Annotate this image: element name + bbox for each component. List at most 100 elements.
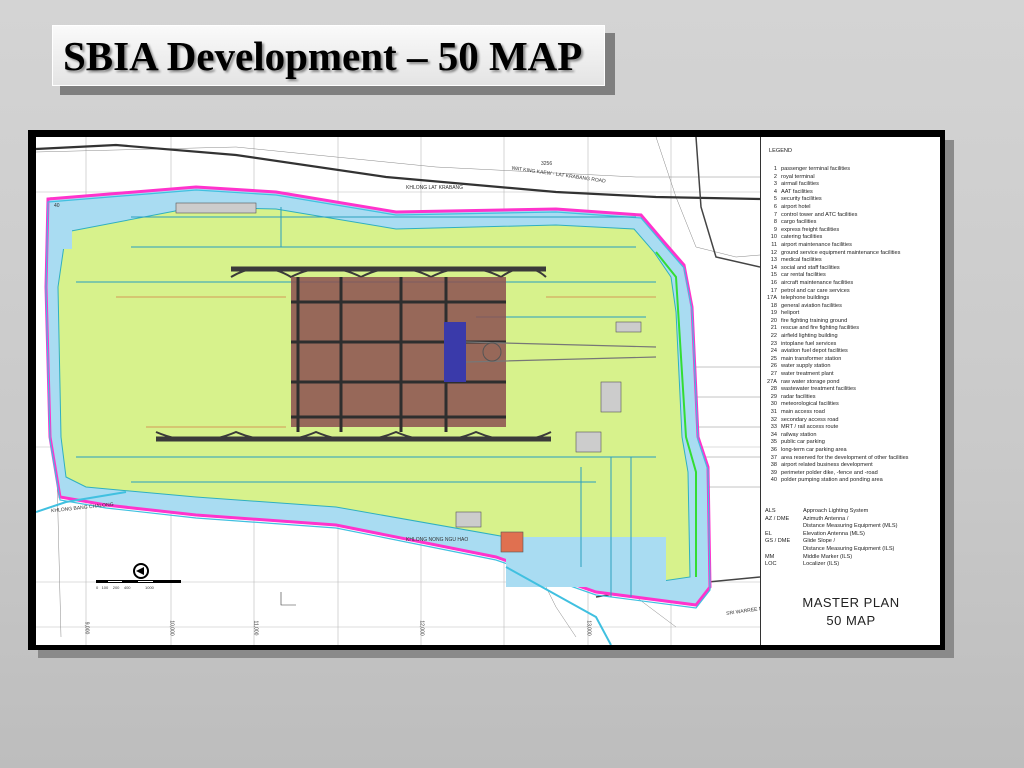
legend-item: 11 airport maintenance facilities [765, 242, 908, 250]
legend-item: 36 long-term car parking area [765, 447, 908, 455]
legend-item: 21 rescue and fire fighting facilities [765, 325, 908, 333]
legend-number: 8 [773, 219, 777, 226]
legend-number: 10 [770, 234, 777, 241]
legend-label: medical facilities [781, 257, 822, 264]
legend-number: 14 [770, 264, 777, 271]
abbreviation-code [765, 546, 803, 554]
legend-item: 12 ground service equipment maintenance f… [765, 250, 908, 258]
scale-label: 200 [112, 585, 120, 590]
abbreviation-code [765, 523, 803, 531]
legend-item: 27 water treatment plant [765, 371, 908, 379]
legend-label: area reserved for the development of oth… [781, 454, 909, 461]
legend-label: airport hotel [781, 203, 811, 210]
legend-number: 20 [770, 317, 777, 324]
legend-label: aviation fuel depot facilities [781, 348, 848, 355]
legend-item: 28 wastewater treatment facilities [765, 386, 908, 394]
legend-number: 7 [773, 211, 777, 218]
label-khlong-lat-krabang: KHLONG LAT KRABANG [406, 185, 464, 191]
legend-item: 16 aircraft maintenance facilities [765, 280, 908, 288]
legend-number: 26 [770, 363, 777, 370]
legend-number: 32 [770, 416, 777, 423]
legend-label: radar facilities [781, 393, 816, 400]
legend-label: royal terminal [781, 173, 815, 180]
legend-label: express freight facilities [781, 226, 840, 233]
master-plan-map: KHLONG LAT KRABANG WAT KING KAEW - LAT K… [36, 137, 940, 645]
legend-item: 14 social and staff facilities [765, 265, 908, 273]
legend-label: MRT / rail access route [781, 424, 839, 431]
title-box: SBIA Development – 50 MAP [52, 25, 605, 86]
legend-label: rescue and fire fighting facilities [781, 325, 860, 332]
legend-number: 9 [773, 226, 777, 233]
legend-title: LEGEND [769, 148, 793, 154]
grid-label: 9,000 [83, 621, 90, 635]
abbreviation-item: GS / DME Glide Slope / [765, 538, 898, 546]
legend-number: 36 [770, 446, 777, 453]
legend-item: 15 car rental facilities [765, 272, 908, 280]
legend-label: intoplane fuel services [781, 340, 837, 347]
legend-label: passenger terminal facilities [781, 166, 851, 172]
scale-labels: 0 100 200 400 1000 [96, 585, 154, 590]
legend-item: 35 public car parking [765, 439, 908, 447]
abbreviation-label: Approach Lighting System [803, 508, 869, 514]
legend-item: 24 aviation fuel depot facilities [765, 348, 908, 356]
legend-number: 31 [770, 409, 777, 415]
legend-number: 39 [770, 469, 777, 476]
legend-number: 30 [770, 401, 777, 408]
legend-item: 9 express freight facilities [765, 227, 908, 235]
legend-item: 34 railway station [765, 432, 908, 440]
legend-label: security facilities [781, 196, 822, 203]
legend-item: 17 petrol and car care services [765, 288, 908, 296]
legend-number: 19 [770, 310, 777, 317]
abbreviation-label: Distance Measuring Equipment (MLS) [803, 523, 898, 530]
legend-number: 15 [770, 272, 777, 279]
legend-label: public car parking [781, 439, 825, 446]
legend-item: 32 secondary access road [765, 417, 908, 425]
legend-number: 34 [770, 431, 777, 438]
abbreviation-item: LOC Localizer (ILS) [765, 561, 898, 569]
legend-label: catering facilities [781, 234, 823, 241]
legend-label: main access road [781, 409, 825, 415]
legend-label: raw water storage pond [781, 378, 840, 385]
abbreviation-label: Azimuth Antenna / [803, 515, 849, 522]
scale-label: 100 [101, 585, 109, 590]
legend-item: 38 airport related business development [765, 462, 908, 470]
legend-label: water treatment plant [781, 371, 834, 378]
legend-number: 12 [770, 249, 777, 256]
legend-label: main transformer station [781, 355, 842, 362]
abbreviation-label: Glide Slope / [803, 538, 836, 545]
scale-label: 0 [96, 585, 99, 590]
legend-number: 23 [770, 340, 777, 347]
legend-label: fire fighting training ground [781, 317, 848, 324]
legend-label: long-term car parking area [781, 446, 847, 453]
legend-item: 4 AAT facilities [765, 189, 908, 197]
legend-item: 10 catering facilities [765, 234, 908, 242]
legend-number: 27 [770, 371, 777, 378]
legend-label: general aviation facilities [781, 302, 842, 309]
grid-label: 10,000 [168, 620, 175, 636]
grid-label: 13,000 [585, 620, 592, 636]
legend-item: 22 airfield lighting building [765, 333, 908, 341]
slide-title: SBIA Development – 50 MAP [63, 33, 583, 79]
legend-label: heliport [781, 310, 800, 317]
plan-name-label: 50 MAP [826, 613, 876, 628]
legend-number: 28 [770, 386, 777, 393]
legend-item: 19 heliport [765, 310, 908, 318]
legend-list: 1 passenger terminal facilities 2 royal ter… [765, 166, 908, 485]
abbreviation-item: MM Middle Marker (ILS) [765, 554, 898, 562]
legend-number: 2 [773, 173, 777, 180]
legend-label: aircraft maintenance facilities [781, 279, 854, 286]
legend-item: 5 security facilities [765, 196, 908, 204]
legend-label: cargo facilities [781, 219, 817, 226]
legend-item: 2 royal terminal [765, 174, 908, 182]
abbreviation-label: Elevation Antenna (MLS) [803, 530, 865, 537]
master-plan-label: MASTER PLAN [802, 595, 900, 610]
legend-label: meteorological facilities [781, 401, 839, 408]
legend-label: car rental facilities [781, 272, 826, 279]
abbreviation-item: ALS Approach Lighting System [765, 508, 898, 516]
legend-label: airfield lighting building [781, 333, 838, 340]
legend-item: 20 fire fighting training ground [765, 318, 908, 326]
legend-item: 26 water supply station [765, 363, 908, 371]
legend-number: 16 [770, 279, 777, 286]
abbreviation-item: EL Elevation Antenna (MLS) [765, 531, 898, 539]
legend-label: perimeter polder dike, -fence and -road [781, 469, 878, 476]
